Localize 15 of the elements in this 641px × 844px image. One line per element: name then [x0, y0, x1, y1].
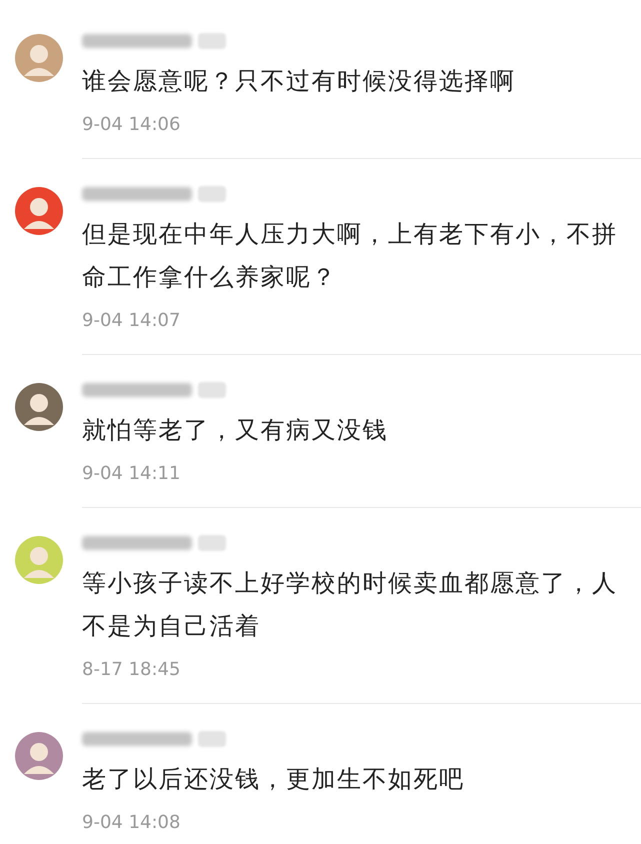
comment-text: 等小孩子读不上好学校的时候卖血都愿意了，人不是为自己活着	[82, 568, 618, 642]
comment-text: 老了以后还没钱，更加生不如死吧	[82, 764, 466, 795]
comment-time: 9-04 14:11	[82, 462, 182, 486]
comment-text: 谁会愿意呢？只不过有时候没得选择啊	[82, 66, 516, 97]
comment-time: 8-17 18:45	[82, 658, 182, 682]
comment-text: 就怕等老了，又有病又没钱	[82, 415, 389, 446]
blurred-badge	[198, 186, 226, 202]
blurred-badge	[198, 33, 226, 49]
blurred-badge	[198, 731, 226, 747]
comment-time: 9-04 14:06	[82, 113, 182, 137]
blurred-badge	[198, 535, 226, 551]
blurred-badge	[198, 382, 226, 398]
comment-time: 9-04 14:07	[82, 309, 182, 333]
comment-text: 但是现在中年人压力大啊，上有老下有小，不拼命工作拿什么养家呢？	[82, 219, 618, 293]
comment-time: 9-04 14:08	[82, 811, 182, 835]
